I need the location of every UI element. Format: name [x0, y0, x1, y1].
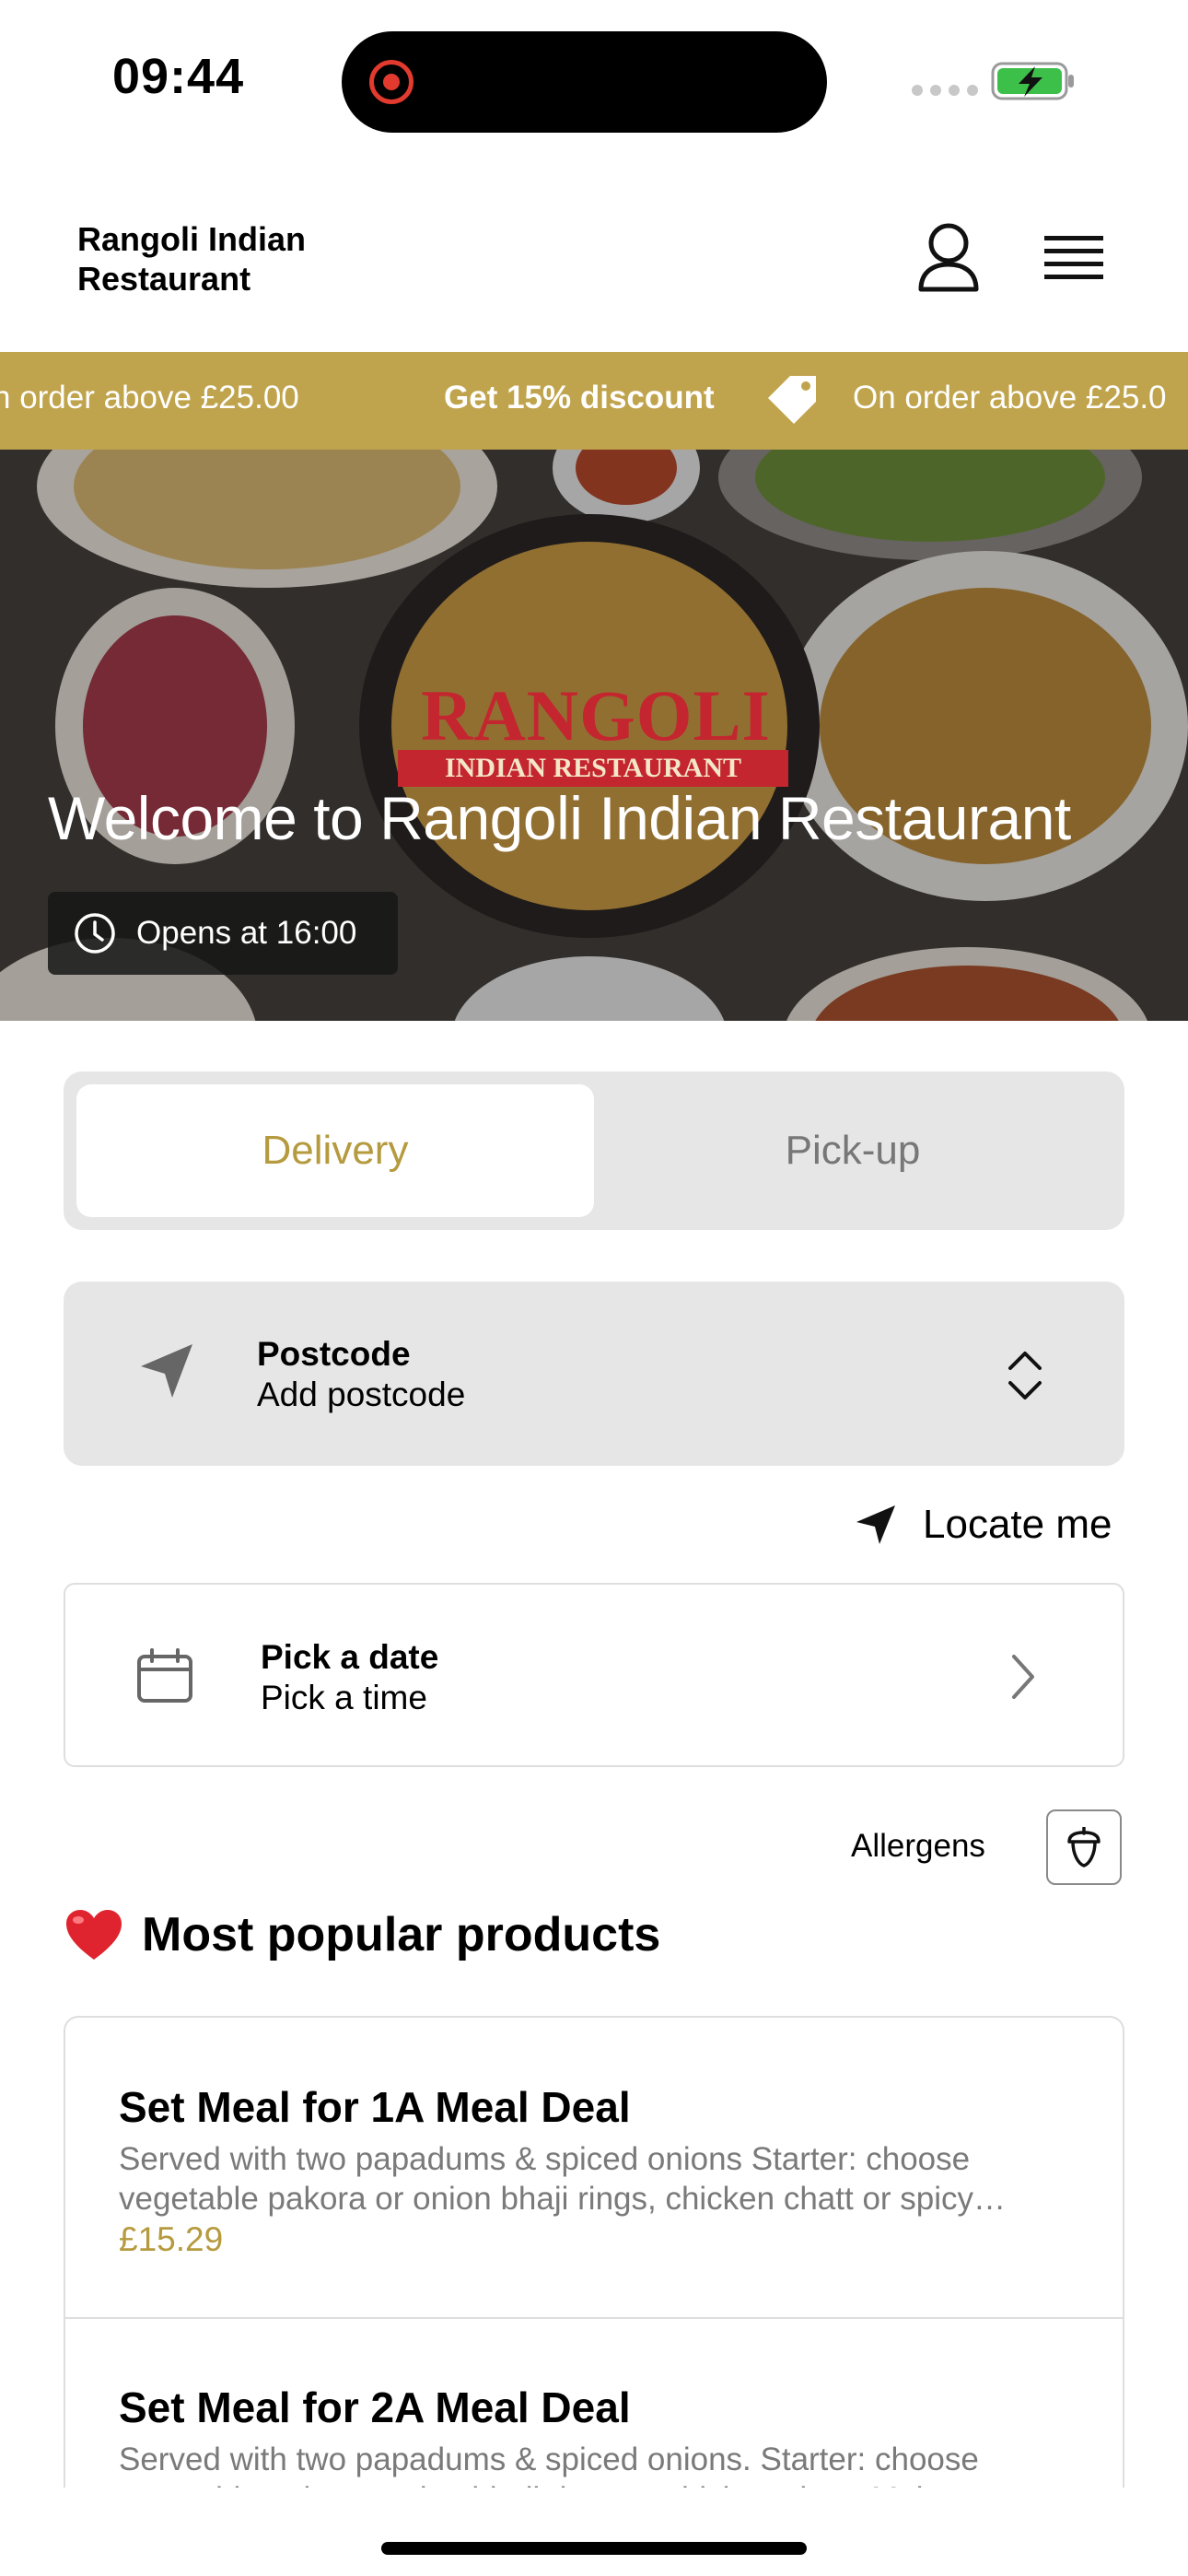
price-tag-icon: [768, 376, 816, 424]
locate-me-label: Locate me: [923, 1502, 1112, 1547]
calendar-icon: [137, 1648, 192, 1703]
product-price: £15.29: [119, 2220, 224, 2258]
location-arrow-icon: [856, 1505, 895, 1544]
welcome-title: Welcome to Rangoli Indian Restaurant: [48, 784, 1071, 852]
product-list: Set Meal for 1A Meal Deal Served with tw…: [64, 2016, 1124, 2488]
postcode-label: Postcode: [257, 1335, 411, 1373]
account-icon[interactable]: [916, 221, 981, 295]
product-description: Served with two papadums & spiced onions…: [119, 2441, 1009, 2488]
popular-section-header: Most popular products: [64, 1907, 660, 1962]
promo-text-left: n order above £25.00: [0, 380, 299, 416]
promo-banner: n order above £25.00 Get 15% discount On…: [0, 352, 1188, 450]
popular-heading: Most popular products: [142, 1908, 661, 1961]
product-divider: [65, 2317, 1123, 2319]
allergens-label[interactable]: Allergens: [851, 1828, 985, 1865]
acorn-icon: [1067, 1827, 1101, 1868]
locate-me-button[interactable]: Locate me: [855, 1497, 1112, 1552]
product-name: Set Meal for 2A Meal Deal: [119, 2383, 631, 2431]
allergens-button[interactable]: [1046, 1809, 1122, 1885]
hero-banner: RANGOLI INDIAN RESTAURANT Welcome to Ran…: [0, 450, 1188, 1021]
date-time-picker[interactable]: Pick a date Pick a time: [64, 1583, 1124, 1767]
postcode-selector[interactable]: Postcode Add postcode: [64, 1282, 1124, 1466]
clock-icon: [75, 913, 115, 954]
app-screen: 09:44 Rangoli Indian Restaurant n order …: [0, 0, 1188, 2576]
recording-icon: [369, 60, 413, 104]
chevron-up-down-icon: [1008, 1352, 1042, 1399]
battery-charging-icon: [991, 62, 1074, 100]
chevron-right-icon: [1012, 1655, 1034, 1699]
hero-logo-subtitle: INDIAN RESTAURANT: [398, 750, 788, 787]
opening-hours-badge: Opens at 16:00: [48, 892, 398, 975]
postcode-value: Add postcode: [257, 1376, 466, 1413]
pick-time-label: Pick a time: [261, 1679, 427, 1716]
signal-icon: [912, 85, 978, 96]
status-time: 09:44: [112, 49, 245, 104]
order-mode-toggle: Delivery Pick-up: [64, 1071, 1124, 1230]
tab-delivery[interactable]: Delivery: [76, 1084, 594, 1217]
hero-logo-word: RANGOLI: [421, 675, 771, 755]
tab-pickup[interactable]: Pick-up: [594, 1084, 1112, 1217]
heart-icon: [66, 1910, 122, 1960]
promo-text-right: On order above £25.0: [853, 380, 1167, 416]
promo-discount: Get 15% discount: [444, 380, 715, 416]
opening-hours-text: Opens at 16:00: [136, 915, 357, 951]
product-name: Set Meal for 1A Meal Deal: [119, 2083, 631, 2131]
restaurant-name[interactable]: Rangoli Indian Restaurant: [77, 219, 372, 299]
product-description: Served with two papadums & spiced onions…: [119, 2141, 1007, 2217]
home-indicator[interactable]: [381, 2542, 807, 2555]
dynamic-island: [342, 31, 827, 133]
hamburger-menu-icon[interactable]: [1044, 232, 1103, 284]
navigation-arrow-icon: [141, 1344, 192, 1398]
pick-date-label: Pick a date: [261, 1638, 439, 1676]
product-card[interactable]: Set Meal for 2A Meal Deal Served with tw…: [65, 2383, 1123, 2488]
